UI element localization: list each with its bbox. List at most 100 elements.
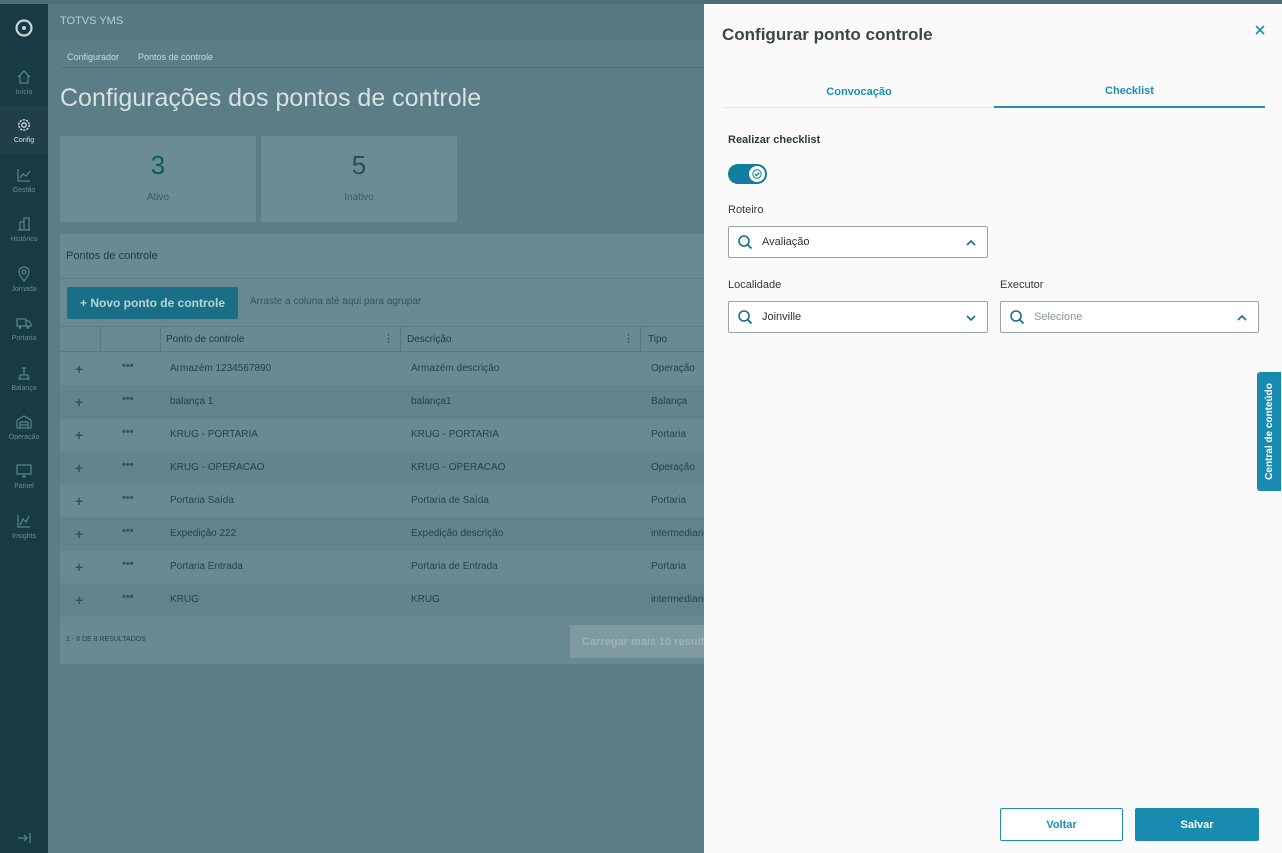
executor-select[interactable]: Selecione: [1000, 301, 1259, 333]
kpi-card-ativo[interactable]: 3 Ativo: [60, 136, 256, 222]
content-center-tab[interactable]: Central de conteúdo: [1257, 372, 1281, 491]
roteiro-label: Roteiro: [728, 204, 764, 216]
cell-description: KRUG: [411, 594, 440, 605]
main-content: TOTVS YMS Configurador Pontos de control…: [48, 0, 704, 853]
insights-icon: [17, 514, 30, 528]
executor-placeholder: Selecione: [1034, 311, 1083, 323]
expand-menu-icon[interactable]: [16, 830, 32, 846]
row-actions-icon[interactable]: •••: [122, 426, 134, 438]
table-row[interactable]: + ••• KRUG - PORTARIA KRUG - PORTARIA Po…: [60, 419, 704, 452]
expand-row-icon[interactable]: +: [75, 592, 83, 608]
column-header-description[interactable]: Descrição: [407, 334, 451, 345]
app-title: TOTVS YMS: [60, 15, 124, 27]
row-actions-icon[interactable]: •••: [122, 492, 134, 504]
close-icon[interactable]: [1252, 22, 1268, 38]
sidebar-item-portaria[interactable]: Portaria: [0, 304, 48, 352]
table-row[interactable]: + ••• KRUG - OPERACAO KRUG - OPERACAO Op…: [60, 452, 704, 485]
sidebar-item-label: Insights: [11, 532, 37, 540]
drawer-title: Configurar ponto controle: [722, 25, 933, 44]
sidebar-item-historico[interactable]: Histórico: [0, 205, 48, 253]
sidebar-item-operacao[interactable]: Operação: [0, 403, 48, 451]
column-separator[interactable]: [400, 327, 401, 353]
column-separator: [160, 327, 161, 353]
warehouse-icon: [16, 414, 32, 429]
scale-icon: [18, 366, 30, 380]
sidebar-item-insights[interactable]: Insights: [0, 502, 48, 550]
cell-type: Operação: [651, 363, 695, 374]
localidade-select[interactable]: Joinville: [728, 301, 988, 333]
expand-row-icon[interactable]: +: [75, 460, 83, 476]
chevron-down-icon[interactable]: [965, 312, 977, 324]
new-control-point-button[interactable]: + Novo ponto de controle: [67, 287, 238, 319]
localidade-value: Joinville: [762, 311, 802, 323]
cell-name: Expedição 222: [170, 528, 237, 539]
expand-row-icon[interactable]: +: [75, 427, 83, 443]
column-menu-icon[interactable]: ⋮: [383, 332, 394, 345]
breadcrumb-item[interactable]: Configurador: [67, 52, 119, 62]
table-row[interactable]: + ••• Armazém 1234567890 Armazém descriç…: [60, 353, 704, 386]
chevron-up-icon[interactable]: [1236, 312, 1248, 324]
results-count: 1 - 8 DE 8 RESULTADOS: [66, 636, 146, 643]
sidebar-item-label: Portaria: [11, 334, 37, 342]
sidebar-item-label: Início: [15, 88, 33, 96]
row-actions-icon[interactable]: •••: [122, 558, 134, 570]
tab-convocacao[interactable]: Convocação: [724, 76, 994, 108]
load-more-button[interactable]: Carregar mais 10 resultados: [570, 625, 704, 658]
save-button[interactable]: Salvar: [1135, 808, 1259, 841]
sidebar-item-inicio[interactable]: Início: [0, 58, 48, 106]
column-header-type[interactable]: Tipo: [648, 334, 667, 345]
breadcrumb-item: Pontos de controle: [138, 52, 214, 62]
expand-row-icon[interactable]: +: [75, 559, 83, 575]
sidebar-item-config[interactable]: Config: [0, 106, 48, 154]
cell-type: Portaria: [651, 495, 687, 506]
search-icon: [1010, 310, 1025, 325]
table-row[interactable]: + ••• KRUG KRUG intermediario: [60, 584, 704, 617]
chevron-up-icon[interactable]: [965, 237, 977, 249]
toggle-knob: [749, 166, 765, 182]
chart-icon: [17, 168, 31, 182]
column-separator[interactable]: [640, 327, 641, 353]
cell-description: Portaria de Saída: [411, 495, 489, 506]
sidebar-item-painel[interactable]: Painel: [0, 452, 48, 500]
roteiro-value: Avaliação: [762, 236, 810, 248]
column-menu-icon[interactable]: ⋮: [623, 332, 634, 345]
monitor-icon: [16, 463, 32, 478]
content-center-label: Central de conteúdo: [1263, 383, 1275, 480]
cell-type: Portaria: [651, 561, 687, 572]
cell-description: KRUG - OPERACAO: [411, 462, 506, 473]
row-actions-icon[interactable]: •••: [122, 459, 134, 471]
cell-description: Expedição descrição: [411, 528, 504, 539]
sidebar-item-gestao[interactable]: Gestão: [0, 156, 48, 204]
column-header-name[interactable]: Ponto de controle: [166, 334, 244, 345]
checklist-toggle[interactable]: [728, 164, 767, 184]
table-row[interactable]: + ••• Expedição 222 Expedição descrição …: [60, 518, 704, 551]
divider: [60, 278, 704, 279]
sidebar-item-label: Jornada: [11, 285, 37, 293]
table-row[interactable]: + ••• Portaria Entrada Portaria de Entra…: [60, 551, 704, 584]
app-logo[interactable]: [0, 0, 48, 56]
table-row[interactable]: + ••• balança 1 balança1 Balança: [60, 386, 704, 419]
cell-name: Portaria Entrada: [170, 561, 243, 572]
back-button[interactable]: Voltar: [1000, 808, 1123, 841]
breadcrumb: Configurador Pontos de controle: [60, 46, 704, 68]
roteiro-select[interactable]: Avaliação: [728, 226, 988, 258]
row-actions-icon[interactable]: •••: [122, 360, 134, 372]
sidebar-item-label: Histórico: [10, 235, 38, 243]
expand-row-icon[interactable]: +: [75, 361, 83, 377]
tab-checklist[interactable]: Checklist: [994, 76, 1265, 108]
sidebar-item-balanca[interactable]: Balança: [0, 354, 48, 402]
kpi-card-inativo[interactable]: 5 Inativo: [261, 136, 457, 222]
row-actions-icon[interactable]: •••: [122, 591, 134, 603]
expand-row-icon[interactable]: +: [75, 493, 83, 509]
row-actions-icon[interactable]: •••: [122, 393, 134, 405]
table-row[interactable]: + ••• Portaria Saída Portaria de Saída P…: [60, 485, 704, 518]
sidebar-item-jornada[interactable]: Jornada: [0, 255, 48, 303]
expand-row-icon[interactable]: +: [75, 526, 83, 542]
expand-row-icon[interactable]: +: [75, 394, 83, 410]
row-actions-icon[interactable]: •••: [122, 525, 134, 537]
executor-label: Executor: [1000, 279, 1044, 291]
group-drop-zone[interactable]: Arraste a coluna até aqui para agrupar: [250, 296, 421, 307]
cell-name: Armazém 1234567890: [170, 363, 272, 374]
configure-control-point-drawer: Configurar ponto controle Convocação Che…: [704, 4, 1282, 853]
cell-description: balança1: [411, 396, 452, 407]
